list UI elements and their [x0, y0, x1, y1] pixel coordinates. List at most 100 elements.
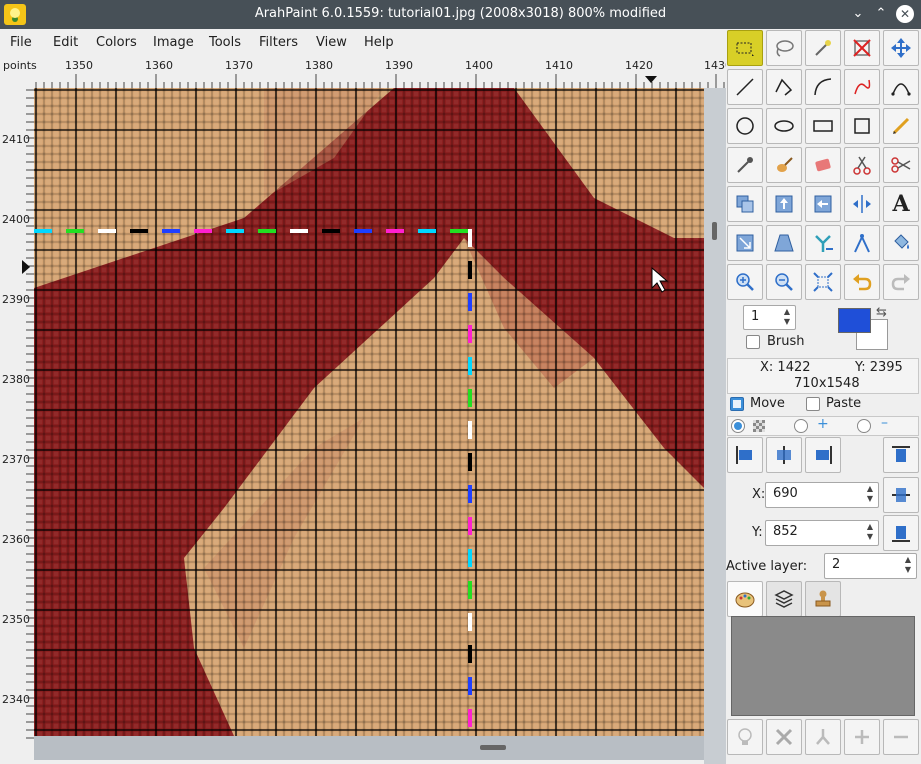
move-icon[interactable] [883, 30, 919, 66]
paste-checkbox[interactable] [806, 397, 820, 411]
ellipse-icon[interactable] [766, 108, 802, 144]
move-label: Move [750, 396, 785, 411]
stepper-arrows[interactable]: ▲ ▼ [864, 522, 876, 542]
crop-icon[interactable] [844, 30, 880, 66]
image-canvas[interactable] [34, 88, 704, 736]
eyedropper-icon[interactable] [727, 147, 763, 183]
align-bottom-button[interactable] [883, 515, 919, 551]
brush-size-stepper[interactable]: 1 ▲ ▼ [743, 305, 796, 330]
rect-select-icon[interactable] [727, 30, 763, 66]
fit-icon[interactable] [805, 264, 841, 300]
paste-mode-group: + – [727, 415, 919, 436]
compass-icon[interactable] [844, 225, 880, 261]
menu-view[interactable]: View [316, 35, 347, 50]
position-x-input[interactable]: 690 ▲ ▼ [765, 482, 879, 508]
close-icon[interactable]: ✕ [896, 5, 914, 23]
move-checkbox[interactable] [730, 397, 744, 411]
crop-layer-icon[interactable] [727, 225, 763, 261]
bezier-icon[interactable] [883, 69, 919, 105]
align-top-button[interactable] [883, 437, 919, 473]
fill-icon[interactable] [883, 225, 919, 261]
polyline-icon[interactable] [766, 69, 802, 105]
clone-icon[interactable] [727, 186, 763, 222]
stepper-arrows[interactable]: ▲ ▼ [781, 307, 793, 327]
ruler-vertical[interactable]: 2410 2400 2390 2380 2370 2360 2350 2340 [0, 88, 34, 740]
palette-icon[interactable] [727, 581, 763, 617]
canvas-image[interactable] [34, 88, 704, 736]
arahpaint-window: ArahPaint 6.0.1559: tutorial01.jpg (2008… [0, 0, 921, 764]
horizontal-scrollbar[interactable] [34, 736, 704, 760]
position-x-value: 690 [773, 486, 798, 501]
circle-icon[interactable] [727, 108, 763, 144]
menu-tools[interactable]: Tools [209, 35, 241, 50]
menu-edit[interactable]: Edit [53, 35, 78, 50]
transform-icon[interactable] [766, 186, 802, 222]
paste-mode-subtract[interactable] [857, 419, 871, 433]
align-middle-button[interactable] [883, 477, 919, 513]
menu-file[interactable]: File [10, 35, 32, 50]
scroll-thumb[interactable] [712, 222, 717, 240]
paste-mode-add[interactable] [794, 419, 808, 433]
delete-icon[interactable] [766, 719, 802, 755]
chevron-down-icon[interactable]: ⌄ [849, 5, 867, 23]
status-gap [0, 740, 34, 764]
zoom-out-icon[interactable] [766, 264, 802, 300]
menu-help[interactable]: Help [364, 35, 394, 50]
cursor-y: Y: 2395 [855, 360, 903, 375]
text-icon[interactable]: A [883, 186, 919, 222]
brush-checkbox[interactable] [746, 335, 760, 349]
stepper-arrows[interactable]: ▲ ▼ [864, 484, 876, 504]
square-icon[interactable] [844, 108, 880, 144]
rectangle-icon[interactable] [805, 108, 841, 144]
chevron-up-icon[interactable]: ⌃ [872, 5, 890, 23]
curve-icon[interactable] [805, 69, 841, 105]
fork-icon[interactable] [805, 225, 841, 261]
active-layer-stepper[interactable]: 2 ▲ ▼ [824, 553, 917, 579]
transparency-icon [753, 420, 765, 432]
align-center-button[interactable] [766, 437, 802, 473]
redo-icon[interactable] [883, 264, 919, 300]
magic-wand-icon[interactable] [805, 30, 841, 66]
ruler-horizontal[interactable]: points 1350 1360 1370 1380 1390 1400 141… [0, 56, 732, 88]
paste-label: Paste [826, 396, 862, 411]
position-x-label: X: [752, 487, 766, 502]
add-icon[interactable] [844, 719, 880, 755]
position-y-label: Y: [752, 525, 763, 540]
foreground-color-swatch[interactable] [838, 308, 871, 333]
remove-icon[interactable] [883, 719, 919, 755]
layer-preview [731, 616, 915, 716]
paste-mode-transparent[interactable] [731, 419, 745, 433]
brush-label: Brush [767, 334, 805, 349]
menu-filters[interactable]: Filters [259, 35, 298, 50]
menu-image[interactable]: Image [153, 35, 194, 50]
stamp-icon[interactable] [805, 581, 841, 617]
active-layer-label: Active layer: [726, 559, 808, 574]
stepper-arrows[interactable]: ▲ ▼ [902, 555, 914, 575]
cut-icon[interactable] [883, 147, 919, 183]
vertical-scrollbar[interactable] [704, 88, 726, 740]
menu-colors[interactable]: Colors [96, 35, 137, 50]
zoom-in-icon[interactable] [727, 264, 763, 300]
scissors-icon[interactable] [844, 147, 880, 183]
active-layer-value: 2 [832, 557, 841, 572]
align-right-button[interactable] [805, 437, 841, 473]
merge-icon[interactable] [805, 719, 841, 755]
lasso-icon[interactable] [766, 30, 802, 66]
brush-icon[interactable] [766, 147, 802, 183]
symmetry-icon[interactable] [844, 186, 880, 222]
perspective-icon[interactable] [766, 225, 802, 261]
position-y-input[interactable]: 852 ▲ ▼ [765, 520, 879, 546]
pencil-icon[interactable] [883, 108, 919, 144]
position-y-value: 852 [773, 524, 798, 539]
lightbulb-icon[interactable] [727, 719, 763, 755]
scroll-thumb[interactable] [480, 745, 506, 750]
swap-colors-icon[interactable]: ⇆ [876, 305, 887, 320]
flip-icon[interactable] [805, 186, 841, 222]
selection-size: 710x1548 [794, 376, 860, 391]
line-icon[interactable] [727, 69, 763, 105]
freehand-curve-icon[interactable] [844, 69, 880, 105]
align-left-button[interactable] [727, 437, 763, 473]
undo-icon[interactable] [844, 264, 880, 300]
eraser-icon[interactable] [805, 147, 841, 183]
layers-icon[interactable] [766, 581, 802, 617]
